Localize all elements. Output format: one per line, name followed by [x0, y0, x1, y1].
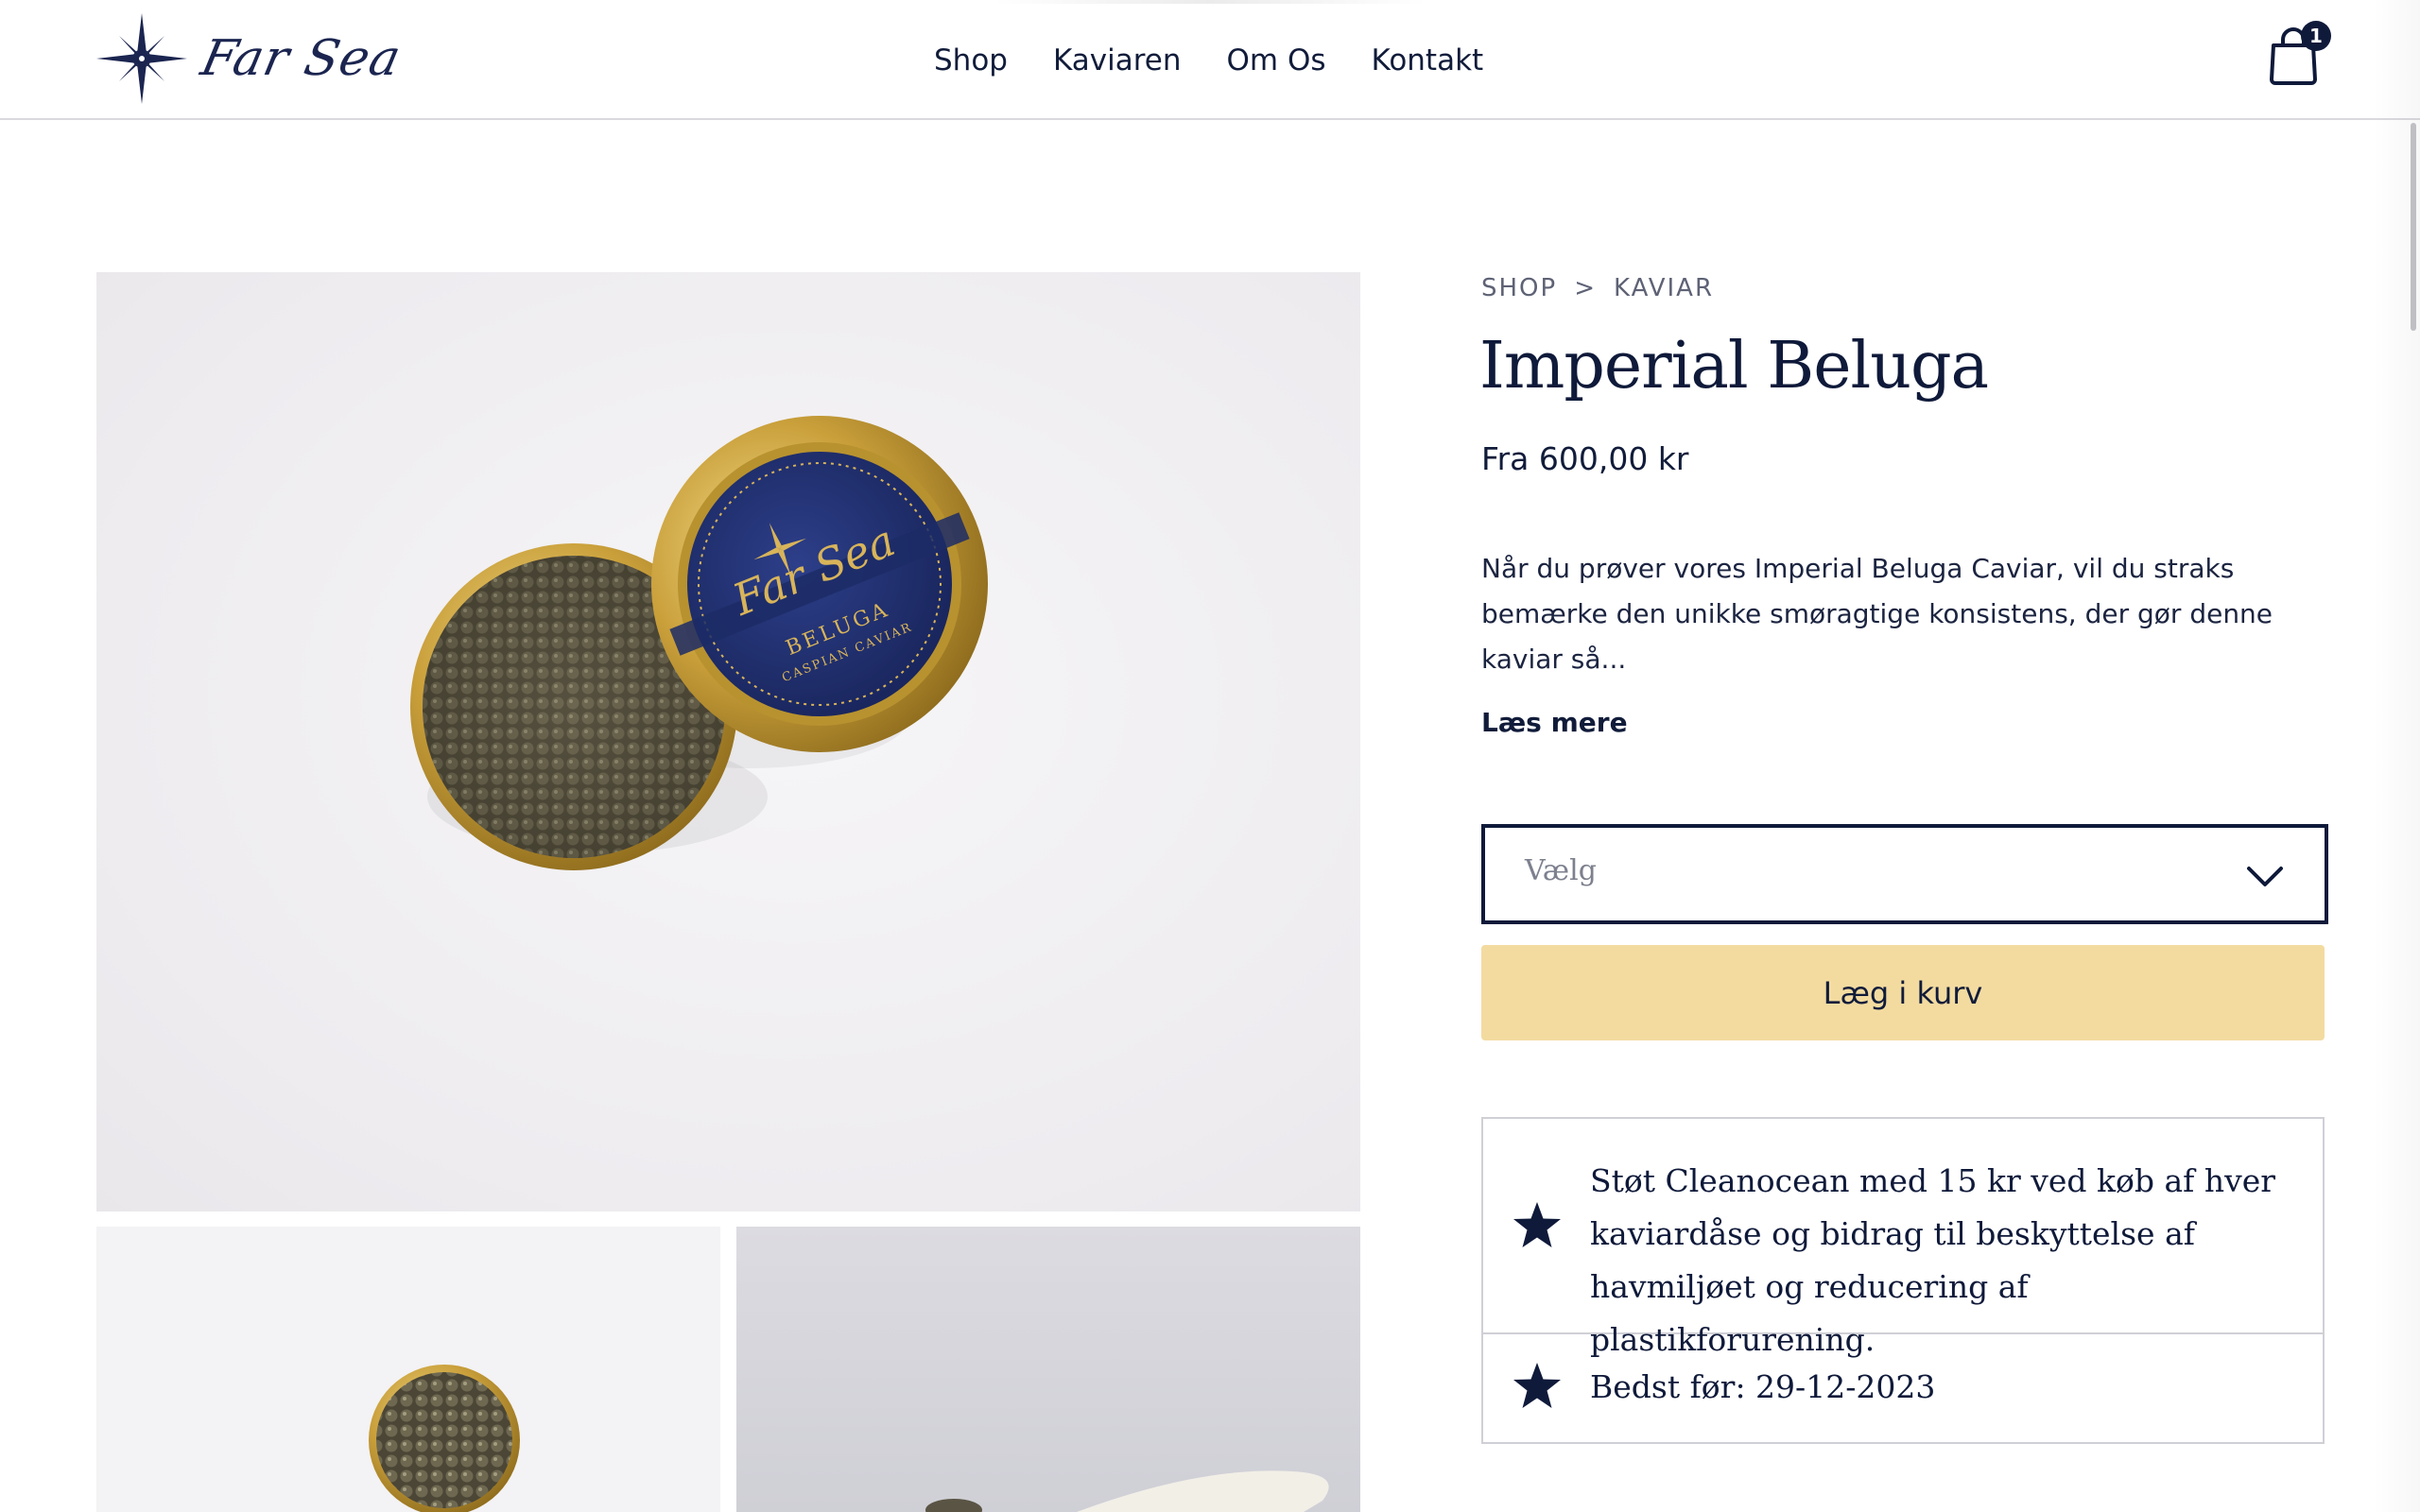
header-shadow: [993, 0, 1427, 4]
chevron-down-icon: [2247, 867, 2283, 886]
add-to-cart-button[interactable]: Læg i kurv: [1481, 945, 2325, 1040]
cart-button[interactable]: 1: [2267, 21, 2331, 91]
caviar-tin-illustration: Far Sea BELUGA CASPIAN CAVIAR: [410, 416, 988, 870]
site-header: Far Sea Shop Kaviaren Om Os Kontakt 1: [0, 0, 2420, 120]
breadcrumb-shop[interactable]: SHOP: [1481, 274, 1557, 302]
breadcrumb-kaviar[interactable]: KAVIAR: [1614, 274, 1714, 302]
product-description: Når du prøver vores Imperial Beluga Cavi…: [1481, 553, 2273, 675]
logo-wordmark: Far Sea: [196, 30, 406, 87]
product-title: Imperial Beluga: [1479, 329, 1989, 404]
nav-shop[interactable]: Shop: [934, 38, 1008, 83]
info-text-best-before: Bedst før: 29-12-2023: [1590, 1368, 1936, 1405]
logo-link[interactable]: Far Sea: [95, 11, 406, 106]
scrollbar-thumb[interactable]: [2411, 123, 2416, 331]
info-row-cleanocean: Støt Cleanocean med 15 kr ved køb af hve…: [1483, 1119, 2323, 1358]
breadcrumb-separator: >: [1574, 274, 1597, 302]
nav-om-os[interactable]: Om Os: [1227, 38, 1326, 83]
star-icon: [1513, 1202, 1561, 1247]
cart-count-badge: 1: [2301, 21, 2331, 51]
variant-select[interactable]: Vælg: [1481, 824, 2328, 924]
compass-star-icon: [96, 13, 187, 104]
small-tin-illustration: [369, 1365, 520, 1512]
variant-select-placeholder: Vælg: [1525, 854, 1597, 887]
star-icon: [1513, 1363, 1561, 1408]
breadcrumb: SHOP > KAVIAR: [1481, 274, 1714, 302]
info-row-best-before: Bedst før: 29-12-2023: [1483, 1334, 2323, 1442]
product-image-main[interactable]: Far Sea BELUGA CASPIAN CAVIAR: [96, 272, 1360, 1211]
product-image-thumb-1[interactable]: [96, 1227, 720, 1512]
nav-kaviaren[interactable]: Kaviaren: [1053, 38, 1182, 83]
product-info-box: Støt Cleanocean med 15 kr ved køb af hve…: [1481, 1117, 2325, 1444]
shell-spoon-illustration: [925, 1470, 1329, 1512]
read-more-link[interactable]: Læs mere: [1481, 707, 1628, 738]
product-price: Fra 600,00 kr: [1481, 440, 1689, 477]
nav-kontakt[interactable]: Kontakt: [1372, 38, 1484, 83]
main-nav: Shop Kaviaren Om Os Kontakt: [934, 38, 1529, 83]
product-image-thumb-2[interactable]: [736, 1227, 1360, 1512]
